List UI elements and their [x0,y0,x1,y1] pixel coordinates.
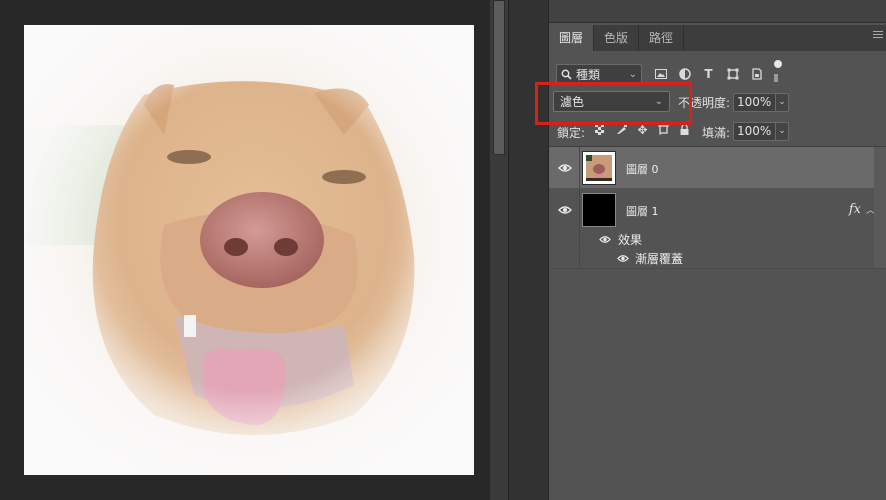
shape-filter-icon[interactable] [726,68,739,81]
image-filter-icon[interactable] [654,68,667,81]
blend-opacity-row: 濾色 ⌄ 不透明度: 100% ⌄ [549,89,886,115]
tab-paths[interactable]: 路徑 [639,25,685,51]
visibility-column[interactable] [549,147,580,188]
lock-transparent-pixels-icon[interactable] [594,124,607,137]
fill-label: 填滿: [702,126,731,140]
layer-row-0[interactable]: 圖層 0 [549,147,886,188]
scrollbar-thumb[interactable] [493,0,505,155]
fill-input[interactable]: 100% [733,122,779,141]
panel-menu-icon[interactable] [873,31,883,41]
effects-label: 效果 [618,233,643,247]
visibility-column[interactable] [549,189,580,231]
layer-1-thumbnail [582,193,616,227]
canvas-vertical-scrollbar[interactable] [490,0,508,500]
filter-kind-select[interactable]: 種類 ⌄ [556,64,642,84]
smart-object-filter-icon[interactable] [750,68,763,81]
fill-chevron-icon[interactable]: ⌄ [775,122,789,141]
eye-icon[interactable] [558,163,572,173]
lock-position-icon[interactable]: ✥ [636,124,649,137]
search-icon [561,69,572,80]
layers-scrollbar[interactable] [874,147,886,268]
blend-mode-value: 濾色 [560,95,585,109]
tab-layers[interactable]: 圖層 [549,25,595,51]
layer-name[interactable]: 圖層 0 [626,161,659,177]
eye-icon[interactable] [558,205,572,215]
layer-name[interactable]: 圖層 1 [626,203,659,219]
effects-row[interactable]: 效果 [549,230,886,248]
layer-0-thumbnail [582,151,616,185]
eye-icon[interactable] [599,235,611,244]
opacity-chevron-icon[interactable]: ⌄ [775,93,789,112]
gradient-overlay-label: 漸層覆蓋 [635,252,684,266]
lock-all-icon[interactable] [678,123,691,137]
chevron-down-icon: ⌄ [654,96,663,107]
panel-tabs: 圖層 色版 路徑 [549,25,886,51]
filter-kind-label: 種類 [576,67,601,82]
dog-photo-with-vignette [24,25,474,475]
type-filter-icon[interactable]: T [702,67,715,81]
panel-dock-gutter [508,0,549,500]
tab-channels[interactable]: 色版 [594,25,640,51]
document-canvas[interactable] [24,25,474,475]
lock-image-pixels-icon[interactable] [615,124,628,137]
layers-empty-area [549,268,886,500]
layers-panel: 圖層 色版 路徑 種類 ⌄ T 濾色 ⌄ 不透明度: 100% ⌄ 鎖定: ✥ … [548,0,886,500]
blend-mode-select[interactable]: 濾色 ⌄ [553,91,670,112]
gradient-overlay-effect-row[interactable]: 漸層覆蓋 [549,249,886,267]
document-canvas-area[interactable] [0,0,490,500]
filter-toggle-icon[interactable] [774,60,782,82]
eye-icon[interactable] [617,254,629,263]
chevron-down-icon: ⌄ [628,68,637,80]
fx-icon[interactable]: fx [849,202,861,217]
panel-header-bar [549,0,886,23]
layer-row-1[interactable]: 圖層 1 fx ︿ [549,189,886,231]
opacity-input[interactable]: 100% [733,93,779,112]
lock-label: 鎖定: [557,126,586,140]
layer-filter-row: 種類 ⌄ T [556,60,879,85]
lock-artboard-icon[interactable] [657,124,670,137]
opacity-label: 不透明度: [678,96,731,110]
adjustment-filter-icon[interactable] [678,68,691,81]
lock-fill-row: 鎖定: ✥ 填滿: 100% ⌄ [549,120,886,142]
